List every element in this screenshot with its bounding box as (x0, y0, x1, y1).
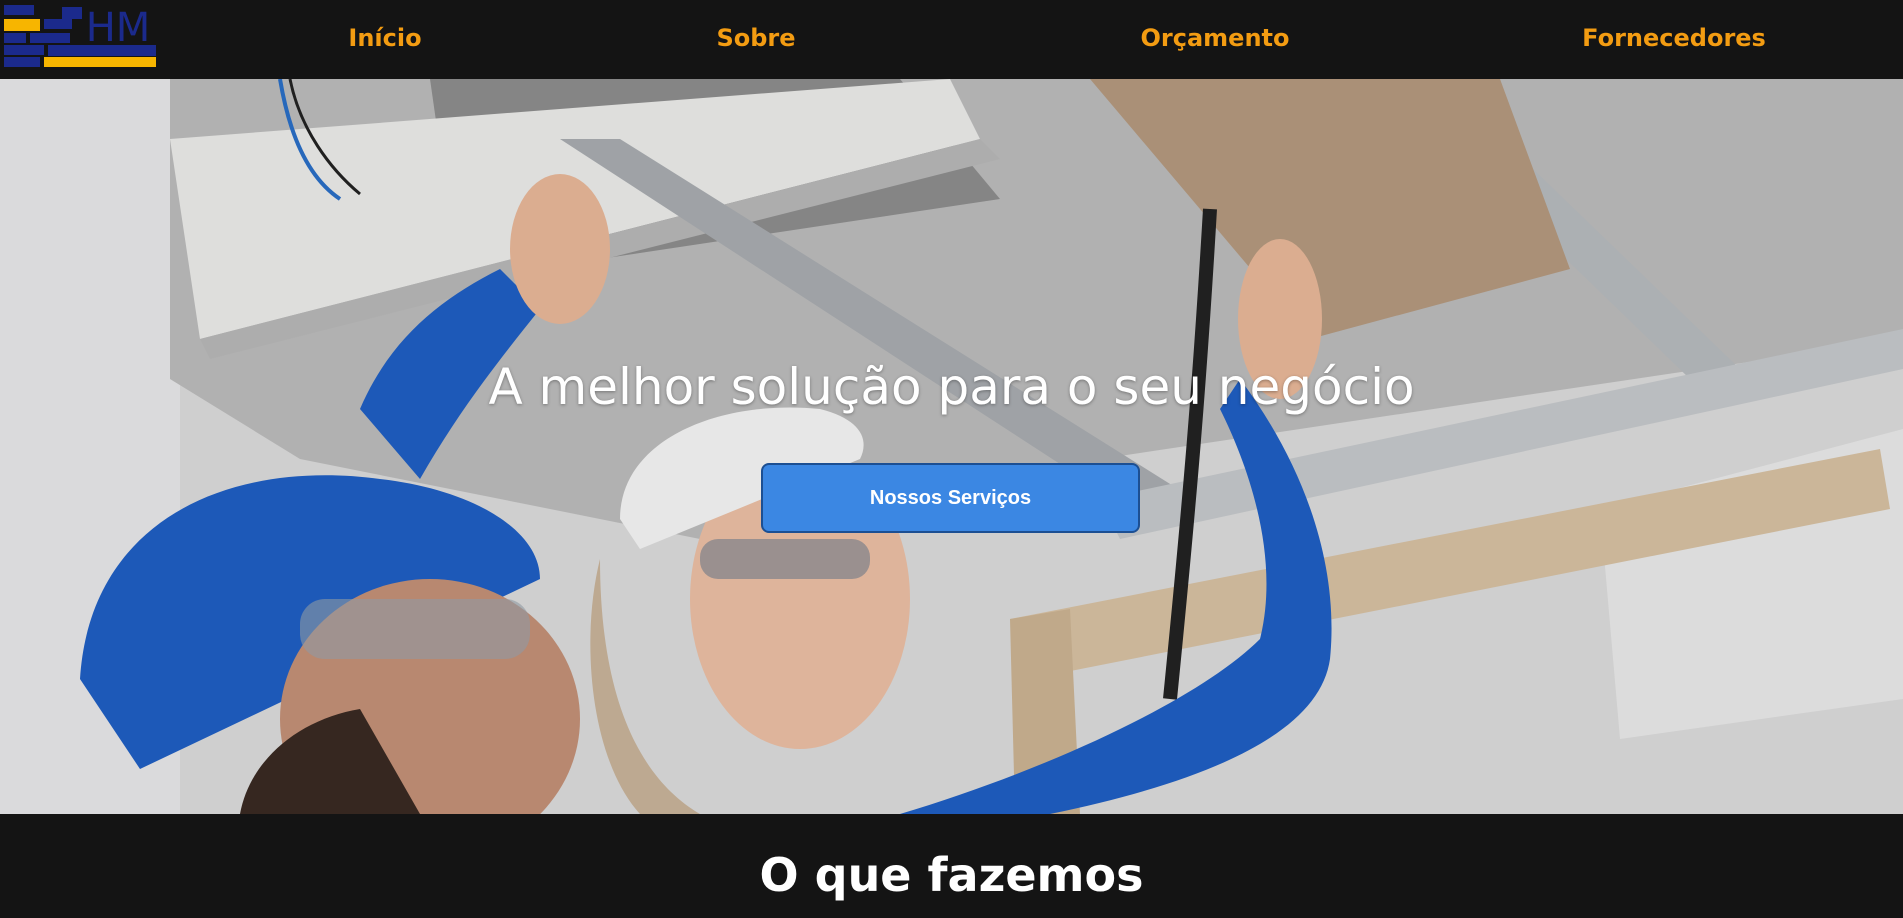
nav-link-inicio[interactable]: Início (348, 24, 421, 56)
nav-link-fornecedores[interactable]: Fornecedores (1582, 24, 1766, 56)
navbar: HM Início Sobre Orçamento Fornecedores (0, 0, 1903, 79)
nav-link-sobre[interactable]: Sobre (716, 24, 795, 56)
nossos-servicos-button[interactable]: Nossos Serviços (761, 463, 1140, 533)
hero-image (0, 79, 1903, 814)
logo[interactable]: HM (4, 5, 156, 67)
section-title: O que fazemos (759, 848, 1144, 902)
logo-mark: HM (4, 5, 156, 67)
nav-link-orcamento[interactable]: Orçamento (1141, 24, 1290, 56)
hero-title: A melhor solução para o seu negócio (488, 358, 1415, 416)
logo-text: HM (86, 5, 151, 51)
hero-banner: A melhor solução para o seu negócio Noss… (0, 79, 1903, 814)
